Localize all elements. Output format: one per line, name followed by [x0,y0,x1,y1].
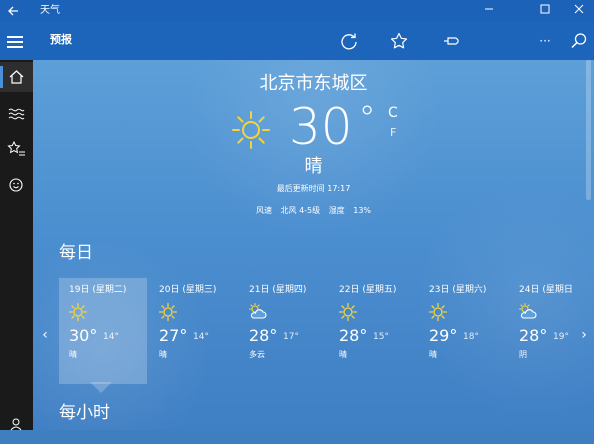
sidebar-item-home[interactable] [0,62,33,92]
maps-icon [8,108,25,120]
forecast-high: 28° [339,326,368,345]
forecast-low: 17° [283,332,299,342]
forecast-high: 28° [249,326,278,345]
forecast-date: 20日 (星期三) [159,285,217,295]
forecast-low: 19° [553,332,569,342]
sidebar-item-maps[interactable] [0,98,33,128]
forecast-high: 29° [429,326,458,345]
degree-symbol: ° [358,99,376,139]
star-icon[interactable] [386,28,412,54]
forecast-high: 30° [69,326,98,345]
last-updated-time: 17:17 [327,184,351,193]
last-updated: 最后更新时间 17:17 [33,183,594,195]
command-bar: 预报 ··· [0,22,594,60]
user-icon [10,418,22,431]
humidity-label: 湿度 [328,206,345,215]
navigation-sidebar [0,60,33,431]
more-icon[interactable]: ··· [532,28,558,54]
hourly-heading: 每小时 [59,403,110,423]
sun-icon [158,302,178,322]
unit-fahrenheit-button[interactable]: F [390,126,396,140]
daily-forecast-card[interactable]: 20日 (星期三) 27° 14° 晴 [149,278,237,384]
forecast-condition: 晴 [339,350,347,359]
page-title: 预报 [50,33,72,46]
sun-icon [68,302,88,322]
window-title: 天气 [40,5,60,16]
sun-icon [428,302,448,322]
sun-icon [338,302,358,322]
daily-forecast-card[interactable]: 23日 (星期六) 29° 18° 晴 [419,278,507,384]
unit-celsius-button[interactable]: C [388,104,398,122]
forecast-date: 21日 (星期四) [249,285,307,295]
forecast-date: 22日 (星期五) [339,285,397,295]
sun-icon [232,111,270,149]
moon-icon[interactable] [488,28,514,54]
search-icon[interactable] [566,28,592,54]
daily-forecast-card[interactable]: 24日 (星期日 28° 19° 阴 [509,278,594,384]
hamburger-menu-icon[interactable] [4,30,26,52]
sidebar-item-favorites[interactable] [0,134,33,164]
forecast-low: 18° [463,332,479,342]
forecast-high: 27° [159,326,188,345]
current-condition: 晴 [304,156,323,177]
back-arrow-icon[interactable] [6,2,20,20]
pin-icon[interactable] [438,28,464,54]
forecast-low: 14° [103,332,119,342]
current-temperature: 30 ° [289,98,376,156]
title-bar: 天气 [0,0,594,22]
forecast-low: 15° [373,332,389,342]
partly-cloudy-icon [518,302,538,322]
daily-forecast-card[interactable]: 19日 (星期二) 30° 14° 晴 [59,278,147,384]
forecast-low: 14° [193,332,209,342]
home-icon [9,70,24,84]
forecast-date: 19日 (星期二) [69,285,127,295]
partly-cloudy-icon [248,302,268,322]
maximize-button[interactable] [530,0,560,22]
forecast-condition: 晴 [429,350,437,359]
sidebar-item-life[interactable] [0,170,33,200]
sidebar-item-user[interactable] [0,410,33,440]
forecast-date: 24日 (星期日 [519,285,573,295]
wind-label: 风速 [255,206,272,215]
forecast-condition: 阴 [519,350,527,359]
forecast-condition: 晴 [159,350,167,359]
minimize-button[interactable] [474,0,504,22]
daily-forecast-card[interactable]: 21日 (星期四) 28° 17° 多云 [239,278,327,384]
life-icon [9,178,23,192]
selected-day-pointer [90,382,112,393]
wind-value: 北风 4-5级 [280,206,321,215]
daily-heading: 每日 [59,243,93,263]
close-button[interactable] [564,0,594,22]
forecast-content: 北京市东城区 30 ° C F 晴 最后更新时间 17:17 风速 北风 4-5级… [33,60,594,430]
scroll-left-arrow-icon[interactable]: ‹ [39,325,51,345]
favorites-icon [7,140,25,156]
daily-forecast-card[interactable]: 22日 (星期五) 28° 15° 晴 [329,278,417,384]
weather-details: 风速 北风 4-5级 湿度 13% [33,205,594,217]
refresh-icon[interactable] [336,28,362,54]
forecast-high: 28° [519,326,548,345]
last-updated-label: 最后更新时间 [276,184,325,193]
forecast-condition: 多云 [249,350,265,359]
humidity-value: 13% [353,206,372,215]
forecast-condition: 晴 [69,350,77,359]
forecast-date: 23日 (星期六) [429,285,487,295]
location-name: 北京市东城区 [259,73,368,94]
